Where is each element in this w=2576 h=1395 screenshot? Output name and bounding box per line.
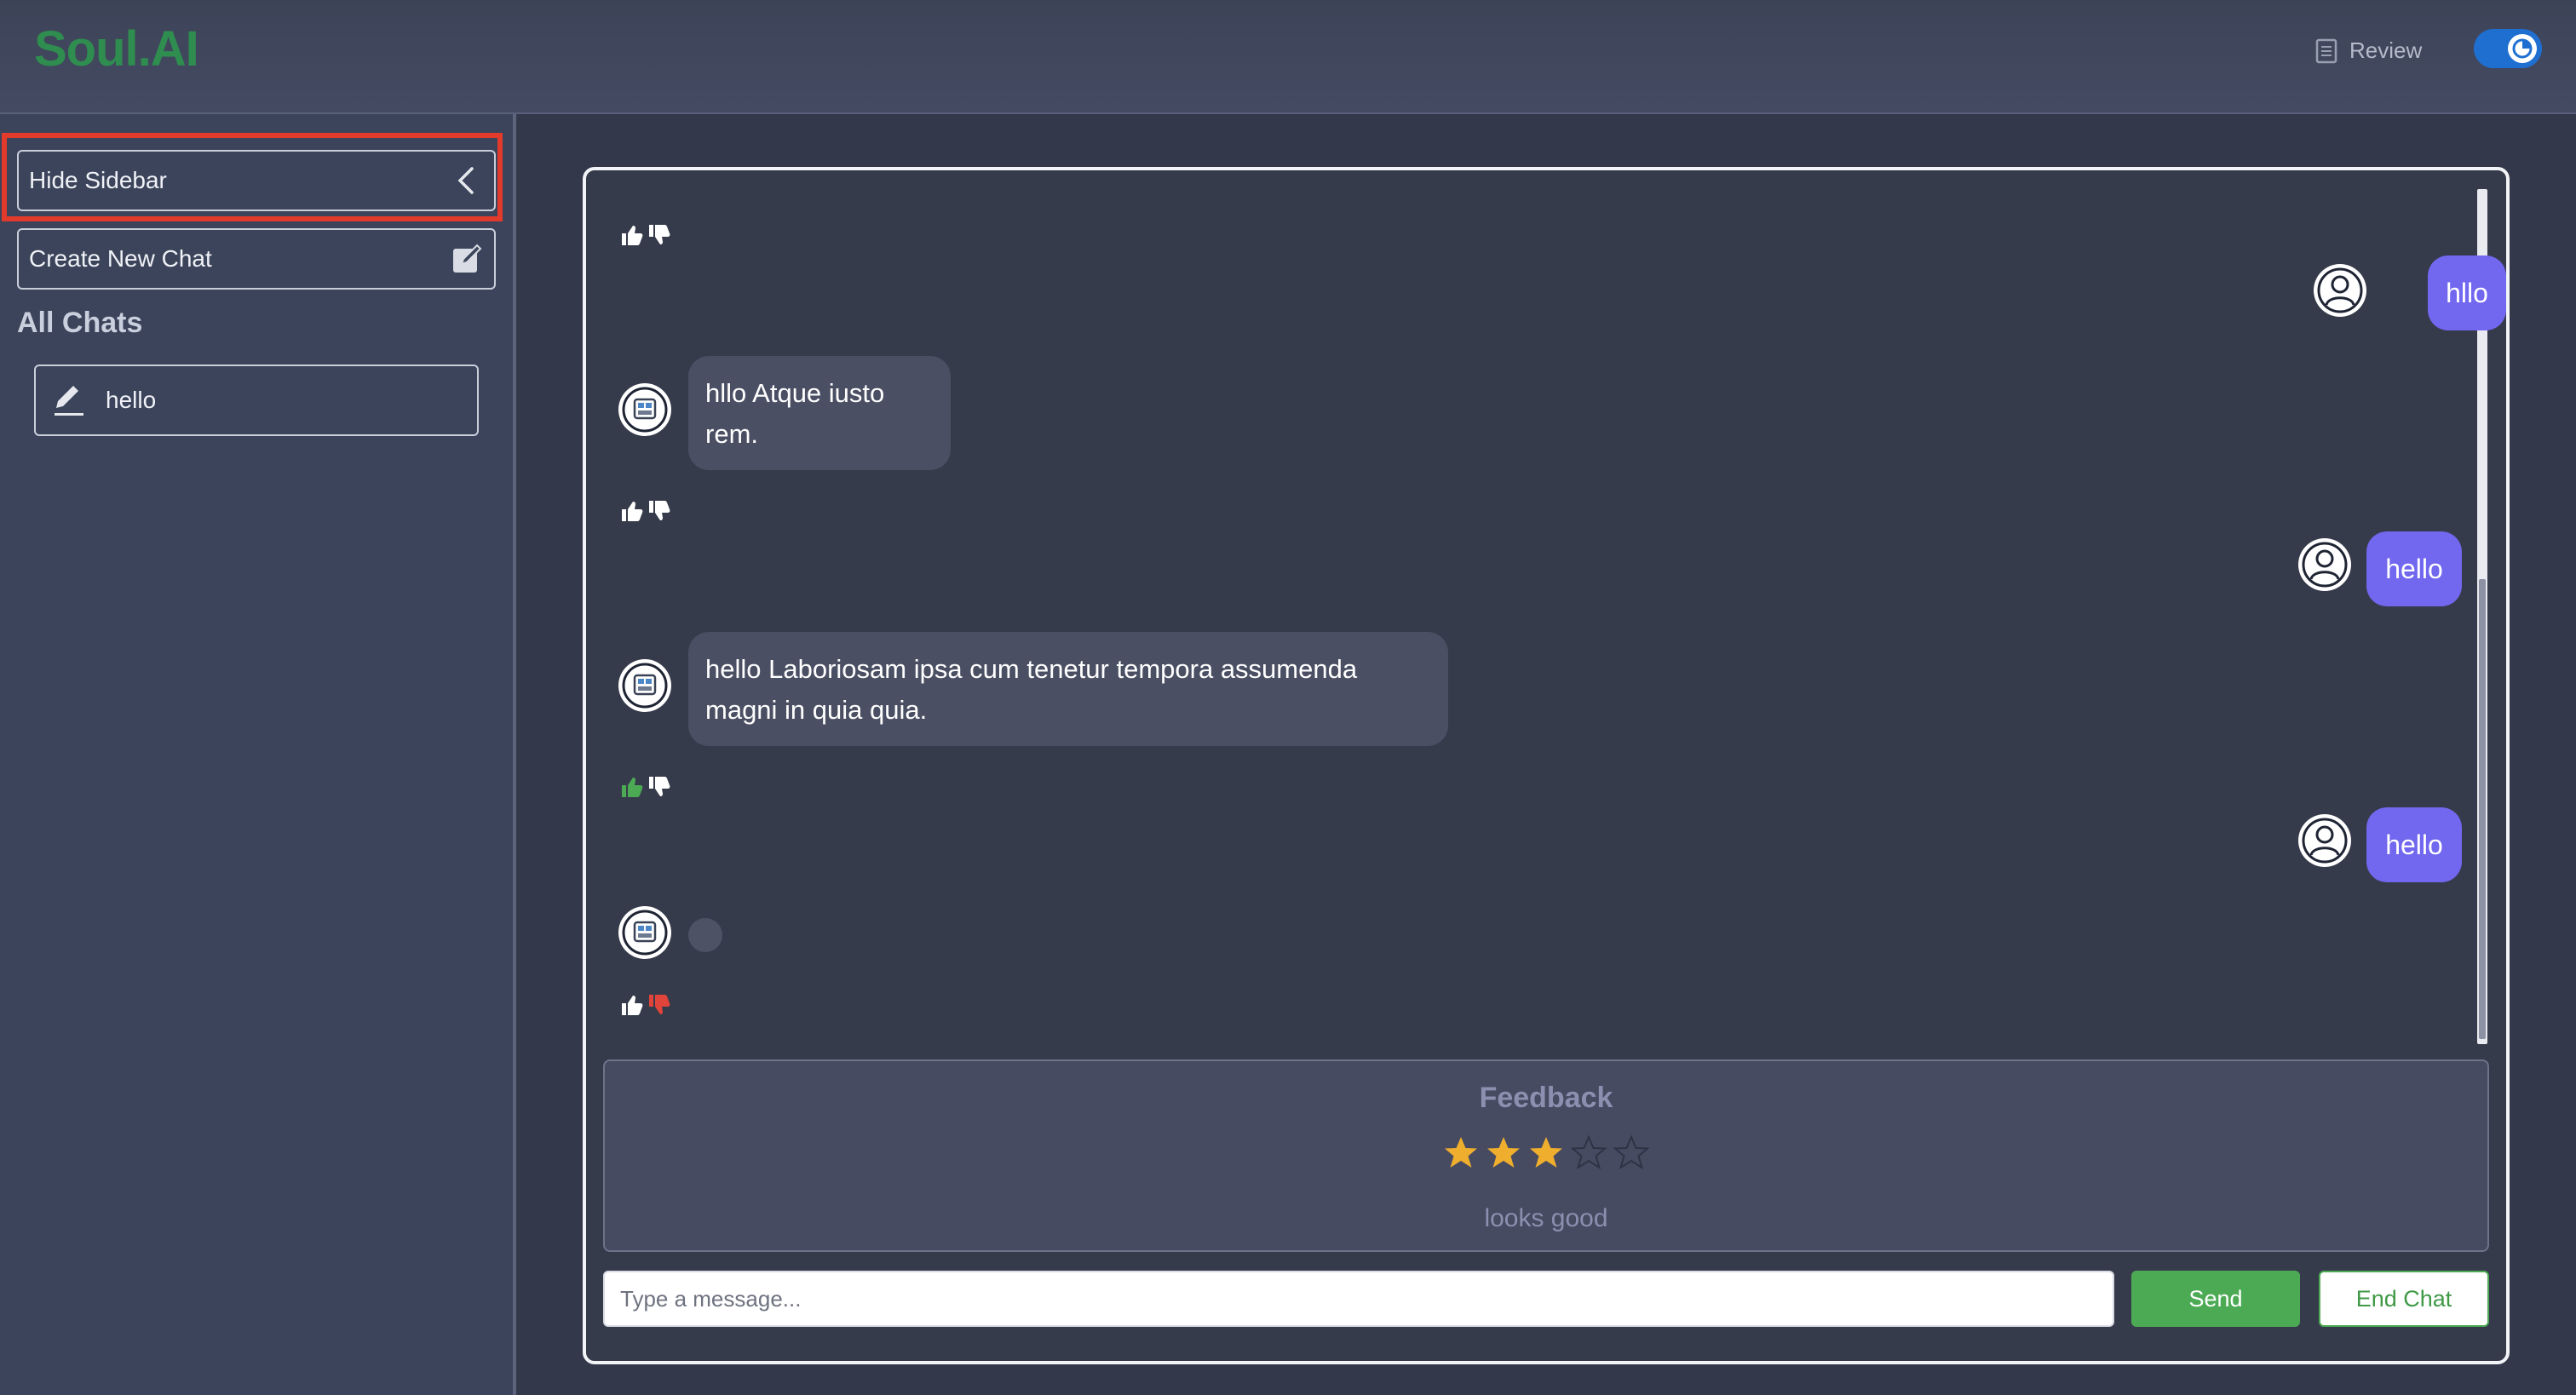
bot-message-bubble: hllo Atque iusto rem. <box>688 356 951 470</box>
thumbs-up-icon[interactable] <box>620 499 644 523</box>
user-message-bubble: hello <box>2366 531 2462 606</box>
sidebar: Hide Sidebar Create New Chat All Chats h… <box>0 114 516 1395</box>
user-icon <box>2302 542 2348 588</box>
star-filled-icon[interactable] <box>1527 1134 1565 1172</box>
document-icon <box>2315 38 2337 63</box>
star-empty-icon[interactable] <box>1613 1134 1650 1172</box>
theme-toggle[interactable] <box>2474 29 2542 68</box>
star-rating <box>605 1134 2487 1172</box>
user-icon <box>2302 818 2348 864</box>
all-chats-heading: All Chats <box>17 307 143 339</box>
message-feedback-thumbs <box>620 775 671 799</box>
bot-avatar <box>618 659 671 712</box>
message-feedback-thumbs <box>620 499 671 523</box>
user-message-bubble: hello <box>2366 807 2462 882</box>
bot-icon <box>622 387 668 433</box>
star-empty-icon[interactable] <box>1570 1134 1607 1172</box>
message-feedback-thumbs <box>620 993 671 1017</box>
thumbs-down-icon[interactable] <box>647 993 671 1017</box>
message-feedback-thumbs <box>620 223 671 247</box>
user-message-bubble: hllo <box>2428 255 2506 330</box>
thumbs-down-icon[interactable] <box>647 775 671 799</box>
bot-icon <box>622 663 668 709</box>
feedback-comment: looks good <box>1484 1204 1608 1232</box>
create-new-chat-label: Create New Chat <box>29 245 212 272</box>
user-avatar <box>2298 814 2351 867</box>
thumbs-down-icon[interactable] <box>647 499 671 523</box>
user-avatar <box>2298 538 2351 591</box>
thumbs-up-icon[interactable] <box>620 993 644 1017</box>
feedback-panel: Feedback looks good <box>603 1059 2489 1252</box>
create-new-chat-button[interactable]: Create New Chat <box>17 228 496 290</box>
toggle-knob <box>2508 34 2537 63</box>
moon-icon <box>2512 38 2533 59</box>
highlight-box <box>2 133 503 221</box>
bot-message-bubble: hello Laboriosam ipsa cum tenetur tempor… <box>688 632 1448 746</box>
star-filled-icon[interactable] <box>1442 1134 1480 1172</box>
pencil-icon <box>55 386 83 416</box>
edit-square-icon <box>453 244 482 273</box>
app-header: Soul.AI Review <box>0 0 2576 114</box>
star-filled-icon[interactable] <box>1485 1134 1522 1172</box>
typing-indicator <box>688 918 722 952</box>
feedback-title: Feedback <box>1479 1082 1613 1114</box>
bot-avatar <box>618 383 671 436</box>
message-input[interactable] <box>603 1271 2114 1327</box>
end-chat-button[interactable]: End Chat <box>2319 1271 2489 1327</box>
app-logo[interactable]: Soul.AI <box>34 20 199 78</box>
bot-icon <box>622 910 668 956</box>
chat-scroll-thumb[interactable] <box>2479 579 2486 1039</box>
user-icon <box>2317 267 2363 313</box>
bot-avatar <box>618 906 671 959</box>
thumbs-up-icon[interactable] <box>620 223 644 247</box>
review-label: Review <box>2349 37 2423 63</box>
review-link[interactable]: Review <box>2315 37 2422 64</box>
send-button[interactable]: Send <box>2131 1271 2300 1327</box>
chat-list-item[interactable]: hello <box>34 365 479 436</box>
chat-list-item-title: hello <box>106 387 157 413</box>
thumbs-up-icon[interactable] <box>620 775 644 799</box>
user-avatar <box>2314 264 2366 317</box>
thumbs-down-icon[interactable] <box>647 223 671 247</box>
